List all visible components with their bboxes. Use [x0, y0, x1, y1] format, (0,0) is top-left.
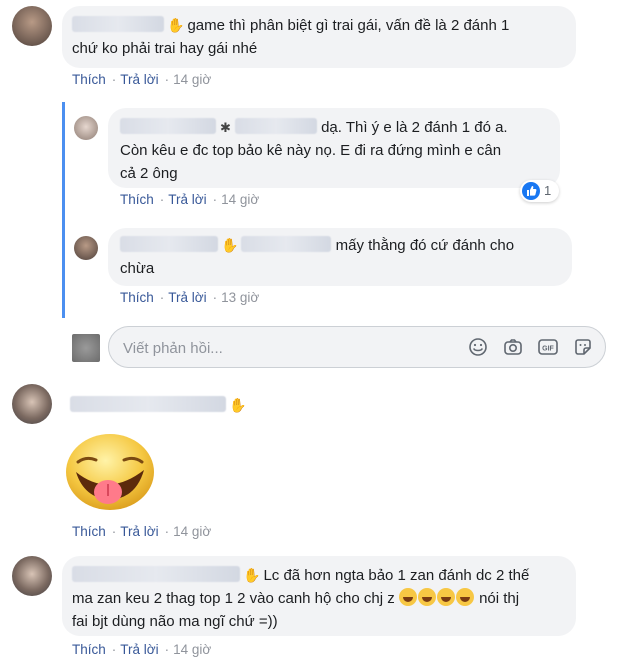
wave-hand-icon: ✋: [221, 237, 239, 253]
comment-actions: Thích · Trả lời · 14 giờ: [72, 524, 212, 539]
like-icon: [522, 182, 540, 200]
current-user-avatar: [72, 334, 100, 362]
commenter-name[interactable]: [234, 118, 317, 134]
like-link[interactable]: Thích: [72, 524, 106, 539]
reply-input[interactable]: [121, 336, 455, 360]
reaction-badge[interactable]: 1: [520, 180, 560, 202]
commenter-name[interactable]: [72, 566, 240, 582]
comment-actions: Thích · Trả lời · 13 giờ: [120, 290, 260, 305]
avatar[interactable]: [74, 116, 98, 140]
comment-text: Còn kêu e đc top bảo kê này nọ. E đi ra …: [120, 142, 502, 159]
reply-bubble: ✱ dạ. Thì ý e là 2 đánh 1 đó a. Còn kêu …: [108, 108, 560, 188]
comment-text: cả 2 ông: [120, 165, 178, 182]
reply-link[interactable]: Trả lời: [120, 642, 158, 657]
laughing-emoji-icon: [398, 588, 417, 606]
avatar[interactable]: [12, 556, 52, 596]
comment-actions: Thích · Trả lời · 14 giờ: [120, 192, 260, 207]
comment-text: nói thj: [479, 590, 520, 607]
reaction-count: 1: [544, 183, 552, 198]
wave-hand-icon: ✋: [229, 397, 247, 413]
like-link[interactable]: Thích: [120, 192, 154, 207]
laughing-emoji-icon: [455, 588, 474, 606]
laughing-emoji-icon: [436, 588, 455, 606]
avatar[interactable]: [12, 384, 52, 424]
comment-text: mấy thằng đó cứ đánh cho: [335, 237, 515, 254]
like-link[interactable]: Thích: [120, 290, 154, 305]
commenter-name[interactable]: [241, 236, 332, 252]
commenter-name[interactable]: [70, 396, 226, 412]
reply-bubble: ✋ mấy thằng đó cứ đánh cho chừa: [108, 228, 572, 286]
commenter-name-row: ✋: [70, 396, 249, 415]
timestamp[interactable]: 14 giờ: [221, 192, 259, 207]
reply-thread-line: [62, 102, 65, 318]
avatar[interactable]: [74, 236, 98, 260]
svg-text:GIF: GIF: [542, 346, 554, 353]
wave-hand-icon: ✋: [167, 17, 185, 33]
reply-input-box[interactable]: GIF: [108, 326, 606, 368]
comment-actions: Thích · Trả lời · 14 giờ: [72, 72, 212, 87]
comment-text: fai bjt dùng não ma ngĩ chứ =)): [72, 613, 278, 630]
smile-icon[interactable]: [467, 336, 489, 358]
comment-text: ma zan keu 2 thag top 1 2 vào canh hộ ch…: [72, 590, 395, 607]
reply-link[interactable]: Trả lời: [168, 290, 206, 305]
timestamp[interactable]: 14 giờ: [173, 524, 211, 539]
tongue-out-sticker: [62, 428, 158, 512]
comment-text: game thì phân biệt gì trai gái, vấn đề l…: [187, 17, 510, 34]
comment-actions: Thích · Trả lời · 14 giờ: [72, 642, 212, 657]
comment-text: chứ ko phải trai hay gái nhé: [72, 40, 258, 57]
camera-icon[interactable]: [502, 336, 524, 358]
reply-link[interactable]: Trả lời: [120, 72, 158, 87]
timestamp[interactable]: 14 giờ: [173, 72, 211, 87]
like-link[interactable]: Thích: [72, 72, 106, 87]
commenter-name[interactable]: [72, 16, 164, 32]
wave-hand-icon: ✋: [243, 567, 261, 583]
reply-link[interactable]: Trả lời: [168, 192, 206, 207]
comment-text: dạ. Thì ý e là 2 đánh 1 đó a.: [321, 119, 508, 136]
commenter-name[interactable]: [120, 118, 216, 134]
comment-text: Lc đã hơn ngta bảo 1 zan đánh dc 2 thế: [263, 567, 530, 584]
laughing-emoji-icon: [417, 588, 436, 606]
comment-text: chừa: [120, 260, 155, 277]
like-link[interactable]: Thích: [72, 642, 106, 657]
comment-bubble: ✋ Lc đã hơn ngta bảo 1 zan đánh dc 2 thế …: [62, 556, 576, 636]
avatar[interactable]: [12, 6, 52, 46]
comment-bubble: ✋ game thì phân biệt gì trai gái, vấn đề …: [62, 6, 576, 68]
reply-link[interactable]: Trả lời: [120, 524, 158, 539]
sticker-icon[interactable]: [572, 336, 594, 358]
timestamp[interactable]: 13 giờ: [221, 290, 259, 305]
gif-icon[interactable]: GIF: [537, 336, 559, 358]
timestamp[interactable]: 14 giờ: [173, 642, 211, 657]
commenter-name[interactable]: [120, 236, 218, 252]
